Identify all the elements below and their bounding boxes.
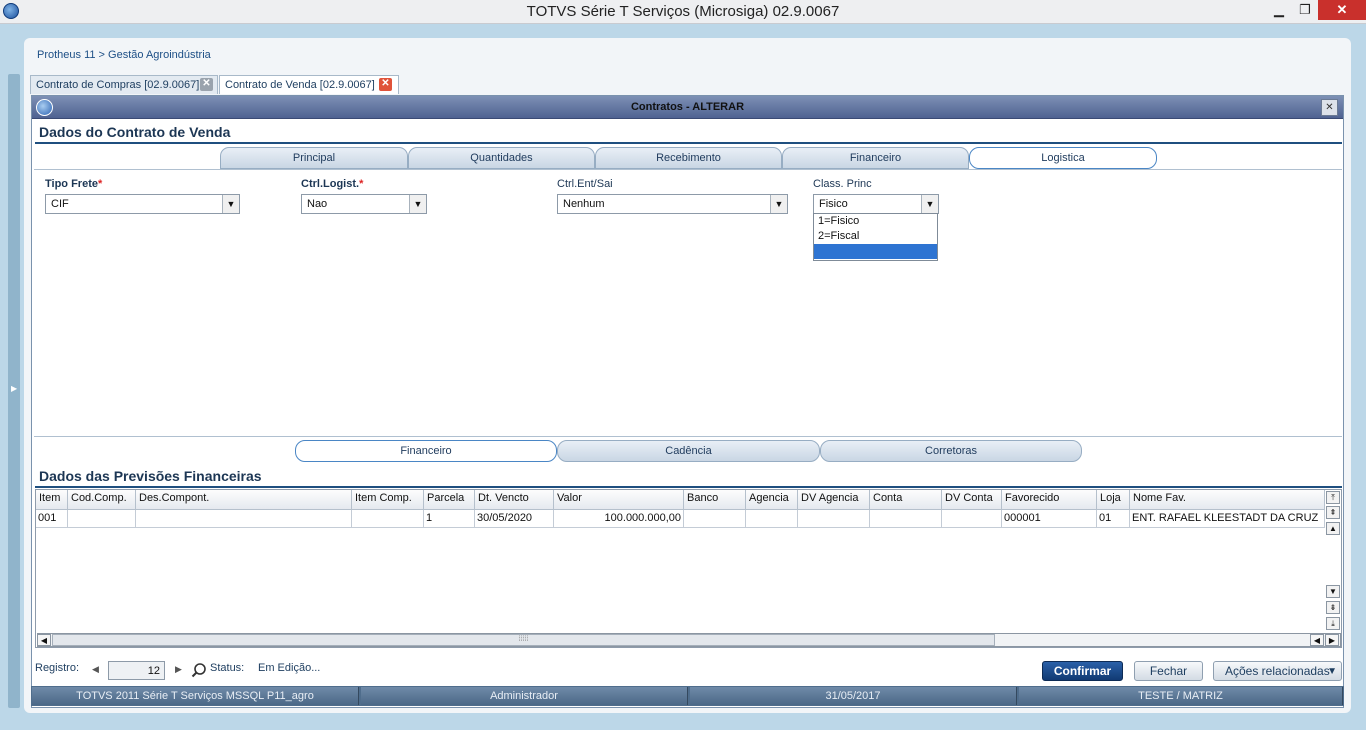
maximize-icon[interactable]: ❐ xyxy=(1292,0,1318,20)
tab-close-icon[interactable]: ✕ xyxy=(200,78,213,91)
chevron-down-icon[interactable]: ▼ xyxy=(770,195,787,213)
tab-corretoras[interactable]: Corretoras xyxy=(820,440,1082,462)
column-header[interactable]: Nome Fav. xyxy=(1130,490,1325,510)
dialog-close-icon[interactable]: ✕ xyxy=(1321,99,1338,116)
class-princ-label: Class. Princ xyxy=(813,178,872,190)
expand-arrow-icon[interactable]: ▶ xyxy=(11,384,17,393)
registro-label: Registro: xyxy=(35,662,80,674)
related-actions-label: Ações relacionadas xyxy=(1225,664,1330,678)
scroll-bottom-icon[interactable]: ⤓ xyxy=(1326,617,1340,630)
scroll-page-up-icon[interactable]: ⇞ xyxy=(1326,506,1340,519)
table-cell[interactable] xyxy=(136,510,352,528)
tab-quantidades[interactable]: Quantidades xyxy=(408,147,595,169)
dialog-title: Contratos - ALTERAR xyxy=(630,101,745,113)
tab-label: Contrato de Venda [02.9.0067] xyxy=(225,79,375,91)
column-header[interactable]: Cod.Comp. xyxy=(68,490,136,510)
minimize-icon[interactable]: ▁ xyxy=(1266,0,1292,20)
column-header[interactable]: Item Comp. xyxy=(352,490,424,510)
status-value: Em Edição... xyxy=(258,662,321,674)
ctrl-logist-select[interactable]: Nao ▼ xyxy=(301,194,427,214)
column-header[interactable]: Favorecido xyxy=(1002,490,1097,510)
column-header[interactable]: Dt. Vencto xyxy=(475,490,554,510)
tipo-frete-select[interactable]: CIF ▼ xyxy=(45,194,240,214)
table-cell[interactable]: 30/05/2020 xyxy=(475,510,554,528)
tab-close-icon[interactable]: ✕ xyxy=(379,78,392,91)
table-cell[interactable]: 000001 xyxy=(1002,510,1097,528)
close-button[interactable]: Fechar xyxy=(1134,661,1203,681)
ctrl-logist-label: Ctrl.Logist.* xyxy=(301,178,364,190)
search-icon[interactable] xyxy=(191,662,207,678)
tab-financeiro[interactable]: Financeiro xyxy=(782,147,969,169)
dropdown-option[interactable]: 1=Fisico xyxy=(814,214,937,229)
section-title: Dados das Previsões Financeiras xyxy=(39,468,262,484)
chevron-down-icon[interactable]: ▼ xyxy=(222,195,239,213)
column-header[interactable]: DV Conta xyxy=(942,490,1002,510)
status-user: Administrador xyxy=(361,687,688,705)
table-cell[interactable] xyxy=(746,510,798,528)
table-cell[interactable] xyxy=(942,510,1002,528)
column-header[interactable]: Parcela xyxy=(424,490,475,510)
scroll-down-icon[interactable]: ▼ xyxy=(1326,585,1340,598)
scroll-top-icon[interactable]: ⤒ xyxy=(1326,491,1340,504)
table-cell[interactable]: 100.000.000,00 xyxy=(554,510,684,528)
confirm-button[interactable]: Confirmar xyxy=(1042,661,1123,681)
chevron-down-icon: ▼ xyxy=(1327,666,1337,677)
dropdown-option-selected[interactable] xyxy=(814,244,937,259)
scroll-page-down-icon[interactable]: ⇟ xyxy=(1326,601,1340,614)
tab-principal[interactable]: Principal xyxy=(220,147,408,169)
scroll-left-icon[interactable]: ◀ xyxy=(1310,634,1324,646)
column-header[interactable]: Valor xyxy=(554,490,684,510)
dropdown-option[interactable]: 2=Fiscal xyxy=(814,229,937,244)
window-title: TOTVS Série T Serviços (Microsiga) 02.9.… xyxy=(526,3,840,20)
chevron-down-icon[interactable]: ▼ xyxy=(921,195,938,213)
tab-cadencia[interactable]: Cadência xyxy=(557,440,820,462)
table-cell[interactable] xyxy=(870,510,942,528)
column-header[interactable]: Item xyxy=(36,490,68,510)
table-cell[interactable] xyxy=(684,510,746,528)
scroll-right-icon[interactable]: ▶ xyxy=(1325,634,1339,646)
table-cell[interactable]: 001 xyxy=(36,510,68,528)
table-cell[interactable]: ENT. RAFAEL KLEESTADT DA CRUZ xyxy=(1130,510,1325,528)
scroll-thumb[interactable]: ⁞⁞⁞⁞⁞ xyxy=(52,634,995,646)
status-company: TESTE / MATRIZ xyxy=(1019,687,1343,705)
tab-contrato-compras[interactable]: Contrato de Compras [02.9.0067] ✕ xyxy=(30,75,218,94)
next-record-icon[interactable]: ▶ xyxy=(175,664,182,675)
tab-logistica[interactable]: Logistica xyxy=(969,147,1157,169)
tipo-frete-label: Tipo Frete* xyxy=(45,178,103,190)
status-date: 31/05/2017 xyxy=(690,687,1017,705)
status-environment: TOTVS 2011 Série T Serviços MSSQL P11_ag… xyxy=(32,687,359,705)
tab-label: Contrato de Compras [02.9.0067] xyxy=(36,79,200,91)
table-cell[interactable]: 01 xyxy=(1097,510,1130,528)
column-header[interactable]: Agencia xyxy=(746,490,798,510)
table-cell[interactable]: 1 xyxy=(424,510,475,528)
tab-financeiro-bottom[interactable]: Financeiro xyxy=(295,440,557,462)
column-header[interactable]: Conta xyxy=(870,490,942,510)
ctrl-ent-sai-select[interactable]: Nenhum ▼ xyxy=(557,194,788,214)
tab-contrato-venda[interactable]: Contrato de Venda [02.9.0067] ✕ xyxy=(219,75,399,94)
column-header[interactable]: Banco xyxy=(684,490,746,510)
scroll-up-icon[interactable]: ▲ xyxy=(1326,522,1340,535)
class-princ-select[interactable]: Fisico ▼ xyxy=(813,194,939,214)
registro-field[interactable]: 12 xyxy=(108,661,165,680)
table-cell[interactable] xyxy=(798,510,870,528)
related-actions-button[interactable]: Ações relacionadas ▼ xyxy=(1213,661,1342,681)
close-icon[interactable]: ✕ xyxy=(1318,0,1366,20)
table-cell[interactable] xyxy=(68,510,136,528)
column-header[interactable]: DV Agencia xyxy=(798,490,870,510)
breadcrumb[interactable]: Protheus 11 > Gestão Agroindústria xyxy=(37,49,211,61)
section-divider xyxy=(35,486,1342,488)
class-princ-dropdown: 1=Fisico 2=Fiscal xyxy=(813,213,938,261)
chevron-down-icon[interactable]: ▼ xyxy=(409,195,426,213)
section-divider xyxy=(35,142,1342,144)
column-header[interactable]: Des.Compont. xyxy=(136,490,352,510)
ctrl-ent-sai-label: Ctrl.Ent/Sai xyxy=(557,178,613,190)
tab-recebimento[interactable]: Recebimento xyxy=(595,147,782,169)
section-title: Dados do Contrato de Venda xyxy=(39,124,231,140)
table-cell[interactable] xyxy=(352,510,424,528)
column-header[interactable]: Loja xyxy=(1097,490,1130,510)
previous-record-icon[interactable]: ◀ xyxy=(92,664,99,675)
scroll-left-icon[interactable]: ◀ xyxy=(37,634,51,646)
status-label: Status: xyxy=(210,662,245,674)
